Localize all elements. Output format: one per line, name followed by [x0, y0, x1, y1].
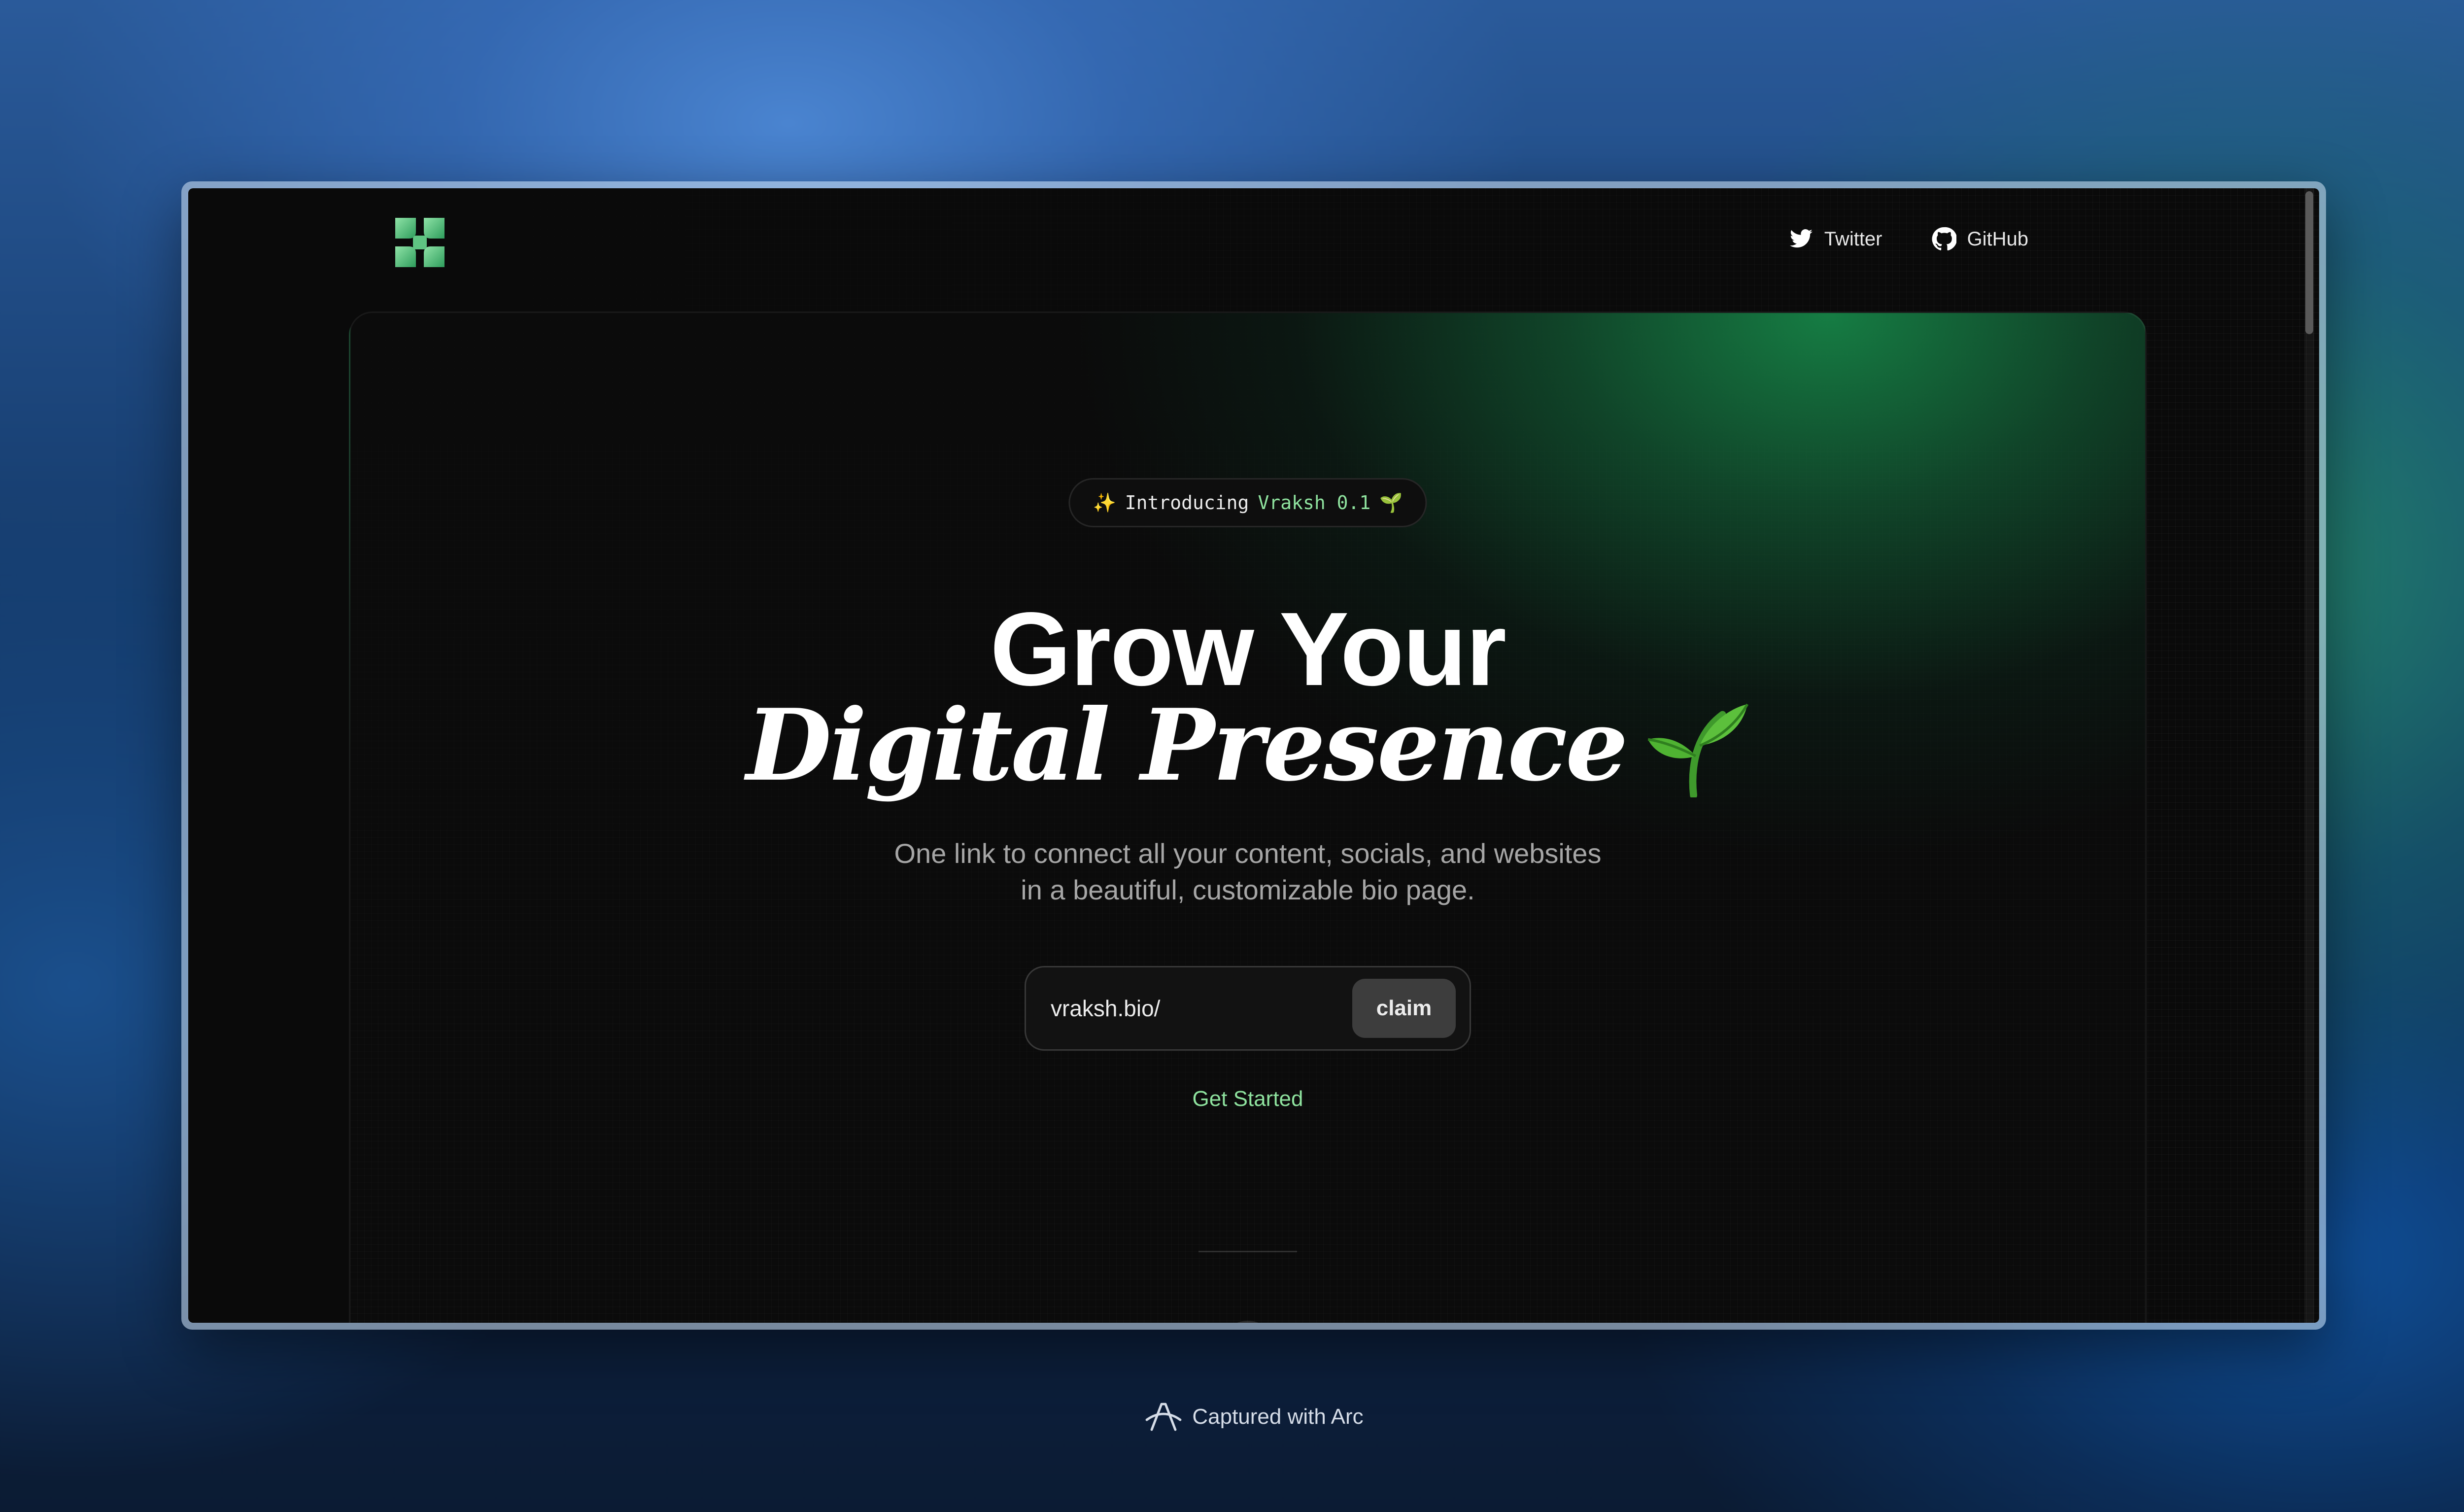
- caption-label: Captured with Arc: [1192, 1405, 1364, 1429]
- hero-title-script: Digital Presence: [746, 687, 1628, 803]
- sparkle-icon: ✨: [1093, 491, 1116, 514]
- page-viewport: Twitter GitHub ✨ Introducing Vraksh 0.1 …: [188, 188, 2319, 1323]
- claim-button[interactable]: claim: [1352, 979, 1456, 1038]
- sprout-icon: [1647, 703, 1749, 797]
- scrollbar-track[interactable]: [2304, 188, 2314, 1323]
- section-divider: [1198, 1251, 1297, 1252]
- github-link-label: GitHub: [1967, 228, 2029, 250]
- twitter-icon: [1789, 229, 1813, 248]
- hero-subtitle: One link to connect all your content, so…: [350, 835, 2145, 908]
- github-icon: [1932, 227, 1956, 251]
- badge-intro-text: Introducing: [1125, 492, 1249, 514]
- scrollbar-thumb[interactable]: [2305, 191, 2313, 334]
- hero-subtitle-line1: One link to connect all your content, so…: [894, 838, 1602, 869]
- claim-username-form[interactable]: vraksh.bio/ claim: [1025, 966, 1471, 1051]
- top-nav: Twitter GitHub: [1789, 227, 2028, 251]
- twitter-link[interactable]: Twitter: [1789, 227, 1882, 251]
- badge-version-text: Vraksh 0.1: [1258, 492, 1371, 514]
- hero-subtitle-line2: in a beautiful, customizable bio page.: [1021, 874, 1475, 905]
- arc-logo-icon: [1145, 1403, 1182, 1431]
- github-link[interactable]: GitHub: [1932, 227, 2029, 251]
- get-started-link[interactable]: Get Started: [350, 1087, 2145, 1111]
- hero-section: ✨ Introducing Vraksh 0.1 🌱 Grow Your Dig…: [349, 311, 2147, 1323]
- browser-window: Twitter GitHub ✨ Introducing Vraksh 0.1 …: [181, 181, 2326, 1330]
- claim-url-input[interactable]: vraksh.bio/: [1051, 995, 1160, 1022]
- badge-sprout-icon: 🌱: [1379, 491, 1403, 514]
- vraksh-logo-icon[interactable]: [395, 218, 445, 267]
- twitter-link-label: Twitter: [1824, 228, 1882, 250]
- hero-title-line2: Digital Presence: [350, 687, 2145, 803]
- next-section-peek: [1218, 1321, 1277, 1323]
- capture-caption: Captured with Arc: [0, 1400, 2464, 1434]
- announcement-badge[interactable]: ✨ Introducing Vraksh 0.1 🌱: [1068, 478, 1427, 527]
